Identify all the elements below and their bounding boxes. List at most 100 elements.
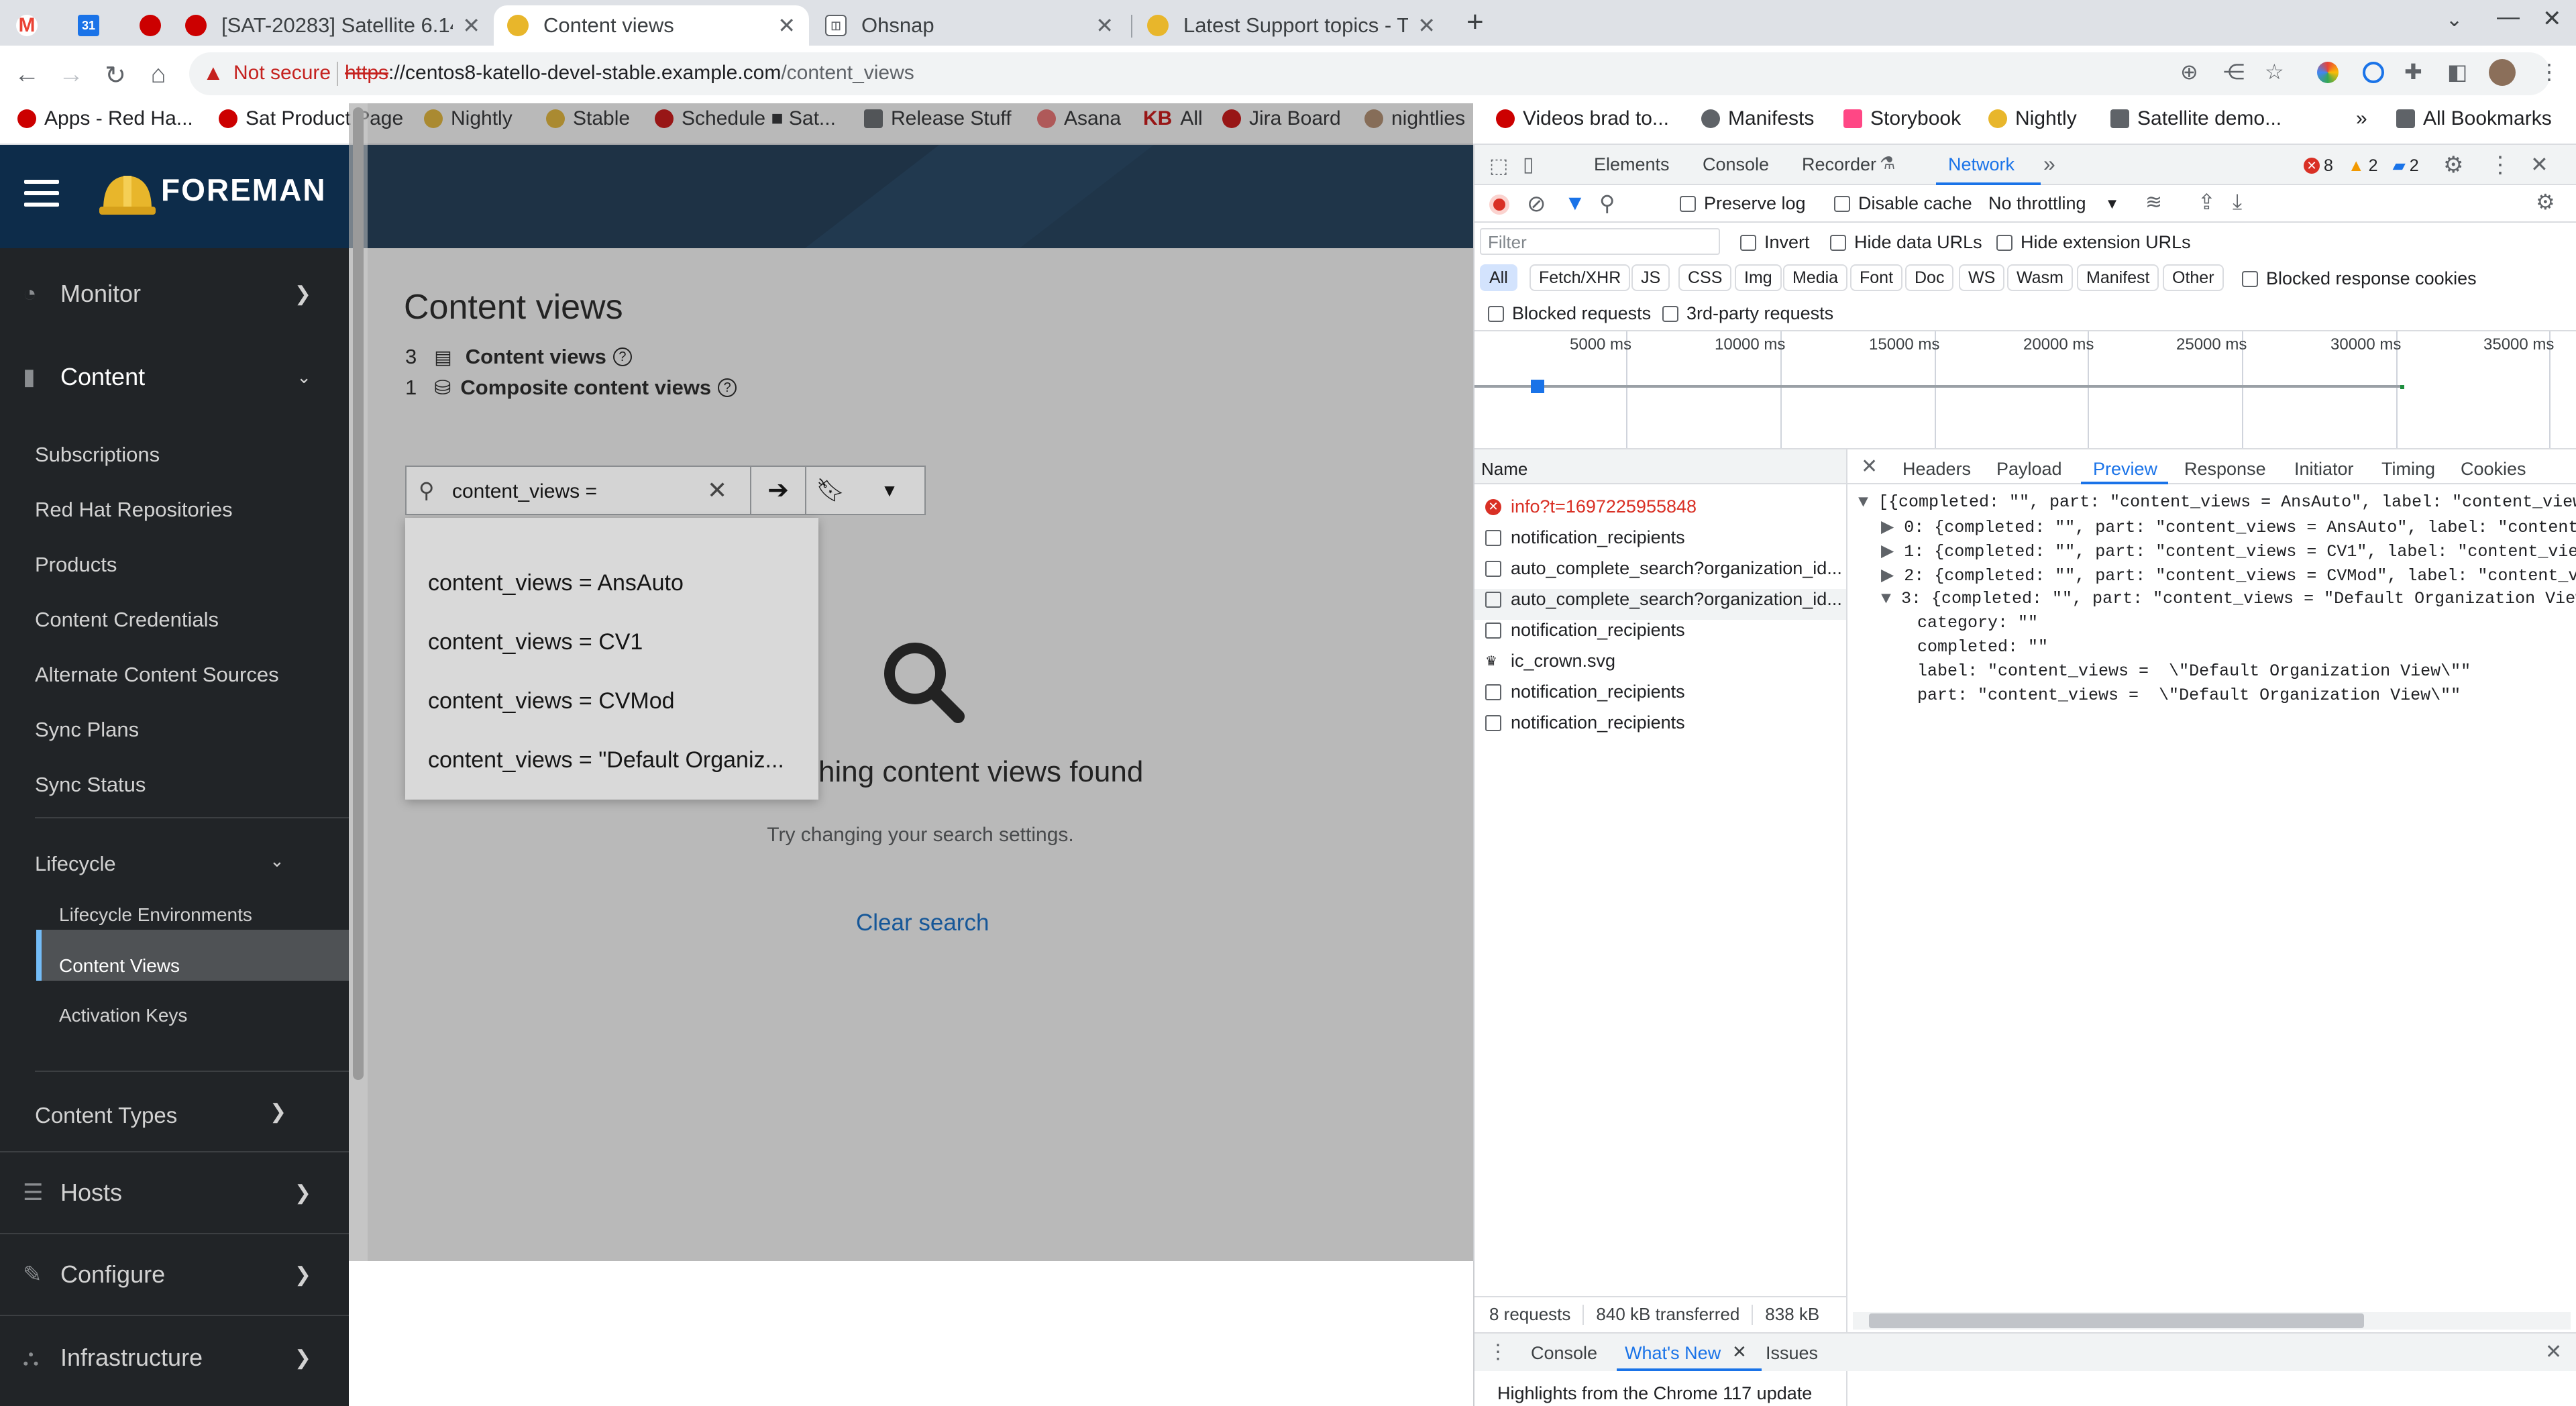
close-tab-icon[interactable]: ✕ — [462, 13, 480, 38]
horizontal-scrollbar[interactable] — [1853, 1312, 2571, 1330]
nav-lifecycle-environments[interactable]: Lifecycle Environments — [59, 904, 252, 926]
tab-preview[interactable]: Preview — [2093, 459, 2157, 480]
tab-payload[interactable]: Payload — [1996, 459, 2062, 480]
hide-extension-urls-checkbox[interactable]: Hide extension URLs — [1996, 232, 2191, 253]
nav-activation-keys[interactable]: Activation Keys — [59, 1005, 187, 1026]
tab-headers[interactable]: Headers — [1902, 459, 1971, 480]
suggestion-item[interactable]: content_views = CV1 — [428, 629, 643, 655]
nav-sync-status[interactable]: Sync Status — [35, 773, 146, 797]
filter-icon[interactable]: ▼ — [1564, 191, 1586, 215]
type-filter-other[interactable]: Other — [2163, 264, 2224, 291]
search-submit-button[interactable]: ➔ — [750, 467, 805, 514]
network-settings-icon[interactable]: ⚙ — [2536, 189, 2555, 215]
import-har-icon[interactable]: ⇪ — [2198, 189, 2216, 215]
url-text[interactable]: https://centos8-katello-devel-stable.exa… — [345, 62, 914, 85]
invert-checkbox[interactable]: Invert — [1740, 232, 1810, 253]
tab-sat-20283[interactable]: [SAT-20283] Satellite 6.14 ✕ — [172, 5, 494, 46]
nav-content-views[interactable]: Content Views — [59, 955, 180, 977]
home-icon[interactable]: ⌂ — [144, 60, 173, 89]
new-tab-button[interactable]: + — [1466, 5, 1484, 39]
request-row[interactable]: ✕ info?t=1697225955848 — [1485, 496, 1846, 517]
bookmark-apps[interactable]: Apps - Red Ha... — [17, 107, 193, 130]
nav-configure[interactable]: ✎ Configure ❯ — [0, 1253, 349, 1296]
more-tabs-icon[interactable]: » — [2043, 152, 2055, 176]
nav-monitor[interactable]: ◔ Monitor ❯ — [0, 272, 349, 315]
type-filter-media[interactable]: Media — [1783, 264, 1848, 291]
nav-content-credentials[interactable]: Content Credentials — [35, 608, 219, 632]
tab-elements[interactable]: Elements — [1594, 154, 1670, 175]
tab-network[interactable]: Network — [1948, 154, 2015, 175]
export-har-icon[interactable]: ⤓ — [2233, 189, 2242, 215]
bookmark-star-icon[interactable]: ☆ — [2265, 59, 2284, 85]
bookmarks-overflow[interactable]: » — [2356, 107, 2367, 130]
type-filter-js[interactable]: JS — [1631, 264, 1670, 291]
drawer-tab-console[interactable]: Console — [1531, 1343, 1597, 1364]
close-tab-icon[interactable]: ✕ — [1417, 13, 1436, 38]
devtools-menu-icon[interactable]: ⋮ — [2489, 152, 2512, 178]
inspect-element-icon[interactable]: ⬚ — [1489, 154, 1508, 178]
json-item-2[interactable]: ▶ 2: {completed: "", part: "content_view… — [1881, 565, 2576, 586]
type-filter-wasm[interactable]: Wasm — [2007, 264, 2073, 291]
minimize-button[interactable]: — — [2497, 4, 2520, 30]
share-icon[interactable]: ⋲ — [2223, 59, 2245, 85]
type-filter-font[interactable]: Font — [1850, 264, 1903, 291]
tab-gmail[interactable]: M — [3, 5, 60, 46]
hide-data-urls-checkbox[interactable]: Hide data URLs — [1830, 232, 1982, 253]
request-row[interactable]: ♛ ic_crown.svg — [1485, 651, 1846, 671]
search-icon[interactable]: ⚲ — [1599, 191, 1615, 216]
nav-red-hat-repositories[interactable]: Red Hat Repositories — [35, 498, 233, 522]
tab-console[interactable]: Console — [1703, 154, 1769, 175]
nav-sync-plans[interactable]: Sync Plans — [35, 718, 139, 742]
extensions-puzzle-icon[interactable]: ✚ — [2404, 59, 2422, 85]
nav-alternate-content-sources[interactable]: Alternate Content Sources — [35, 663, 279, 687]
type-filter-manifest[interactable]: Manifest — [2077, 264, 2159, 291]
throttling-select[interactable]: No throttling ▼ — [1988, 193, 2119, 214]
name-column-header[interactable] — [1474, 449, 1846, 484]
tab-ohsnap[interactable]: ◫ Ohsnap ✕ — [812, 5, 1127, 46]
tab-timing[interactable]: Timing — [2381, 459, 2435, 480]
bookmark-manifests[interactable]: Manifests — [1701, 107, 1814, 130]
type-filter-all[interactable]: All — [1480, 264, 1517, 291]
bookmark-all-bookmarks[interactable]: All Bookmarks — [2396, 107, 2552, 130]
bookmark-nightly-2[interactable]: Nightly — [1988, 107, 2077, 130]
nav-content-types[interactable]: Content Types — [35, 1103, 177, 1128]
request-row[interactable]: auto_complete_search?organization_id... — [1485, 589, 1846, 610]
nav-lifecycle[interactable]: Lifecycle — [35, 852, 116, 876]
avatar[interactable] — [2489, 59, 2516, 86]
close-devtools-icon[interactable]: ✕ — [2530, 152, 2548, 177]
close-window-button[interactable]: ✕ — [2542, 5, 2562, 32]
tab-initiator[interactable]: Initiator — [2294, 459, 2354, 480]
side-panel-icon[interactable]: ◧ — [2447, 59, 2467, 85]
tab-response[interactable]: Response — [2184, 459, 2266, 480]
scrollbar-thumb[interactable] — [1869, 1313, 2364, 1328]
drawer-menu-icon[interactable]: ⋮ — [1488, 1340, 1508, 1364]
blocked-requests-checkbox[interactable]: Blocked requests — [1488, 303, 1651, 324]
password-manager-icon[interactable] — [2363, 62, 2384, 83]
tab-search-icon[interactable]: ⌄ — [2446, 8, 2463, 32]
suggestion-item[interactable]: content_views = "Default Organiz... — [428, 747, 784, 773]
nav-subscriptions[interactable]: Subscriptions — [35, 443, 160, 467]
request-row[interactable]: notification_recipients — [1485, 527, 1846, 548]
tab-calendar[interactable]: 31 — [64, 5, 122, 46]
json-item-0[interactable]: ▶ 0: {completed: "", part: "content_view… — [1881, 517, 2576, 537]
network-conditions-icon[interactable]: ≋ — [2145, 191, 2162, 214]
request-row[interactable]: notification_recipients — [1485, 682, 1846, 702]
request-row[interactable]: notification_recipients — [1485, 620, 1846, 641]
reload-icon[interactable]: ↻ — [101, 60, 130, 91]
blocked-response-cookies-checkbox[interactable]: Blocked response cookies — [2242, 268, 2477, 289]
device-toolbar-icon[interactable]: ▯ — [1523, 153, 1534, 176]
request-row[interactable]: notification_recipients — [1485, 712, 1846, 733]
close-detail-icon[interactable]: ✕ — [1861, 455, 1878, 478]
record-stop-icon[interactable] — [1489, 195, 1509, 215]
sidebar-scrollbar[interactable] — [349, 103, 368, 1261]
drawer-tab-issues[interactable]: Issues — [1766, 1343, 1818, 1364]
disable-cache-checkbox[interactable]: Disable cache — [1834, 193, 1972, 214]
clear-search-icon[interactable]: ✕ — [707, 476, 727, 504]
json-root-line[interactable]: ▼ [{completed: "", part: "content_views … — [1858, 492, 2576, 512]
third-party-requests-checkbox[interactable]: 3rd-party requests — [1662, 303, 1833, 324]
drawer-tab-whats-new[interactable]: What's New — [1625, 1343, 1721, 1364]
tab-cookies[interactable]: Cookies — [2461, 459, 2526, 480]
scrollbar-thumb[interactable] — [353, 107, 364, 1080]
type-filter-img[interactable]: Img — [1735, 264, 1782, 291]
type-filter-css[interactable]: CSS — [1678, 264, 1732, 291]
